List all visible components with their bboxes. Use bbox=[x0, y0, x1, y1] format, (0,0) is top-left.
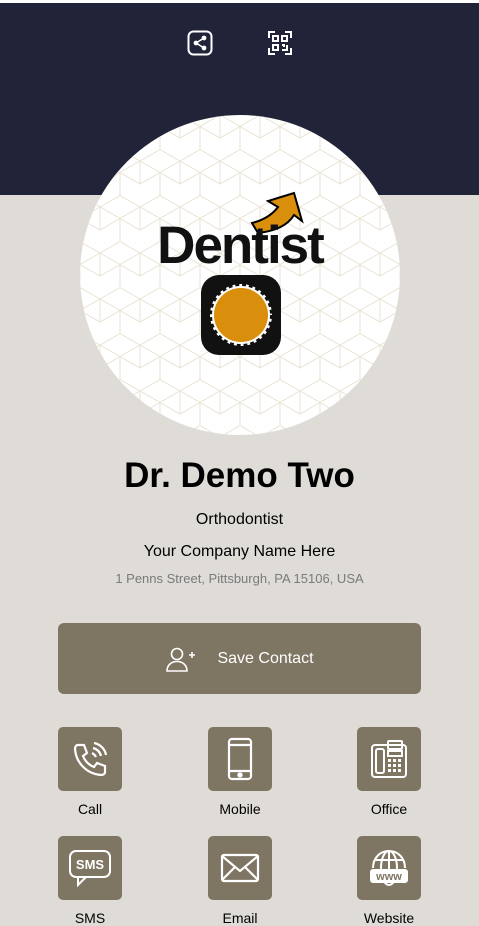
save-contact-label: Save Contact bbox=[217, 649, 314, 667]
save-contact-button[interactable]: Save Contact bbox=[58, 623, 421, 694]
profile-logo: Dentist bbox=[80, 115, 400, 435]
job-title: Orthodontist bbox=[195, 511, 284, 528]
mobile-icon bbox=[227, 737, 253, 781]
email-label: Email bbox=[222, 910, 258, 926]
add-user-icon bbox=[166, 647, 196, 672]
call-label: Call bbox=[77, 801, 103, 817]
mobile-button[interactable] bbox=[208, 727, 272, 791]
phone-icon bbox=[73, 741, 108, 777]
website-label: Website bbox=[363, 910, 415, 926]
sms-button[interactable]: SMS bbox=[58, 836, 122, 900]
sms-label: SMS bbox=[74, 910, 106, 926]
company-name: Your Company Name Here bbox=[143, 543, 336, 560]
address: 1 Penns Street, Pittsburgh, PA 15106, US… bbox=[115, 571, 364, 586]
office-button[interactable] bbox=[357, 727, 421, 791]
profile-name: Dr. Demo Two bbox=[124, 456, 355, 495]
logo-text: Dentist bbox=[157, 216, 324, 275]
qr-code-icon[interactable] bbox=[266, 29, 294, 57]
website-button[interactable]: www bbox=[357, 836, 421, 900]
mobile-label: Mobile bbox=[219, 801, 261, 817]
office-label: Office bbox=[370, 801, 408, 817]
call-button[interactable] bbox=[58, 727, 122, 791]
svg-text:www: www bbox=[375, 871, 402, 883]
svg-text:SMS: SMS bbox=[76, 857, 105, 872]
sms-icon: SMS bbox=[69, 850, 111, 888]
office-phone-icon bbox=[371, 740, 407, 778]
website-icon: www bbox=[370, 849, 408, 886]
share-icon[interactable] bbox=[186, 29, 214, 57]
email-button[interactable] bbox=[208, 836, 272, 900]
email-icon bbox=[220, 853, 260, 883]
